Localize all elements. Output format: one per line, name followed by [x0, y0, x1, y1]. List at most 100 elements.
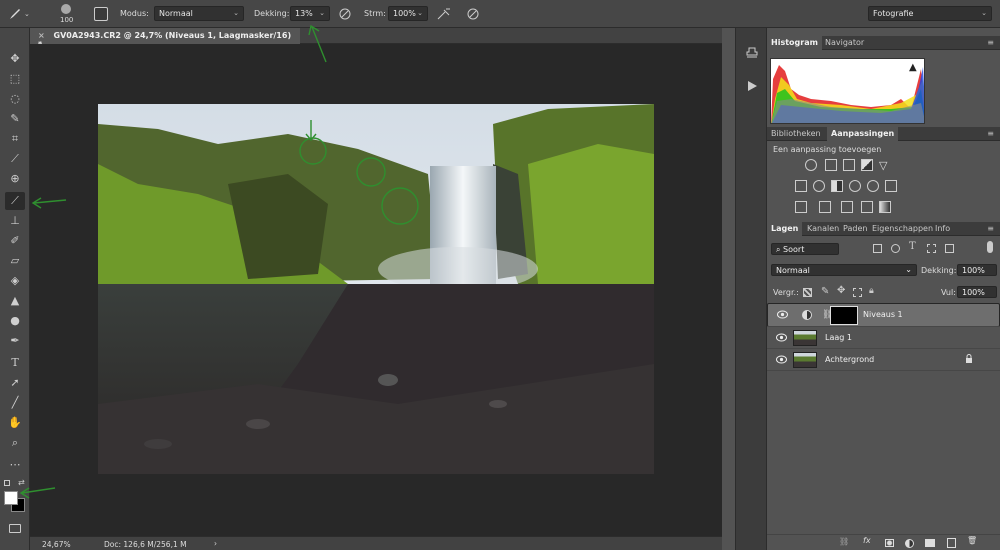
lasso-tool-icon[interactable]: ◌ [5, 90, 25, 108]
tab-navigator[interactable]: Navigator [821, 36, 868, 50]
add-mask-icon[interactable] [885, 539, 894, 547]
lock-icon[interactable] [965, 354, 973, 364]
curves-icon[interactable] [843, 159, 855, 171]
lock-all-icon[interactable]: 🔒︎ [869, 286, 874, 296]
foreground-color-swatch[interactable] [4, 491, 18, 505]
crop-tool-icon[interactable]: ⌗ [5, 130, 25, 148]
eraser-tool-icon[interactable]: ▱ [5, 252, 25, 270]
blend-mode-select[interactable]: Normaal ⌄ [771, 264, 917, 276]
brush-panel-icon[interactable] [94, 7, 108, 21]
eye-icon[interactable] [776, 355, 787, 364]
posterize-icon[interactable] [819, 201, 831, 213]
channel-mixer-icon[interactable] [867, 180, 879, 192]
close-icon[interactable]: × [38, 31, 45, 40]
filter-shape-icon[interactable] [927, 244, 936, 253]
document-tab[interactable]: × GV0A2943.CR2 @ 24,7% (Niveaus 1, Laagm… [30, 28, 300, 49]
layer-filter-select[interactable]: ⌕ Soort [771, 243, 839, 255]
brush-tool-icon[interactable] [8, 7, 22, 23]
lock-artboard-icon[interactable] [853, 288, 862, 297]
levels-icon[interactable] [825, 159, 837, 171]
healing-tool-icon[interactable]: ⊕ [5, 170, 25, 188]
swap-colors-icon[interactable]: ⇄ [18, 478, 25, 487]
layer-row[interactable]: Laag 1 [767, 327, 1000, 349]
hand-tool-icon[interactable]: ✋ [5, 414, 25, 432]
quick-mask-icon[interactable] [9, 524, 21, 533]
pressure-opacity-icon[interactable] [338, 7, 352, 23]
marquee-tool-icon[interactable]: ⬚ [5, 70, 25, 88]
brush-tool-icon[interactable]: ⟋ [5, 192, 25, 210]
pressure-size-icon[interactable] [466, 7, 480, 23]
layer-name[interactable]: Laag 1 [825, 333, 852, 342]
default-colors-icon[interactable] [4, 480, 10, 486]
layer-thumbnail[interactable] [793, 330, 817, 346]
mode-select[interactable]: Normaal ⌄ [154, 6, 244, 21]
filter-adjustment-icon[interactable] [891, 244, 900, 253]
link-layers-icon[interactable]: ⛓ [839, 537, 849, 546]
tab-channels[interactable]: Kanalen [803, 222, 843, 236]
chevron-down-icon[interactable]: ⌄ [24, 10, 30, 18]
quick-select-tool-icon[interactable]: ✎ [5, 110, 25, 128]
layer-opacity-field[interactable]: 100% [957, 264, 997, 276]
new-layer-icon[interactable] [947, 538, 956, 548]
tab-adjustments[interactable]: Aanpassingen [827, 127, 899, 141]
layer-style-icon[interactable]: fx [863, 536, 871, 545]
brush-preset-icon[interactable] [58, 3, 74, 15]
filter-type-icon[interactable]: T [909, 241, 916, 252]
blur-tool-icon[interactable]: ▲ [5, 292, 25, 310]
black-white-icon[interactable] [831, 180, 843, 192]
brightness-icon[interactable] [805, 159, 817, 171]
zoom-tool-icon[interactable]: ⌕ [5, 434, 25, 452]
lock-image-icon[interactable]: ✎ [821, 286, 829, 297]
tab-properties[interactable]: Eigenschappen [868, 222, 937, 236]
threshold-icon[interactable] [841, 201, 853, 213]
color-balance-icon[interactable] [813, 180, 825, 192]
eye-icon[interactable] [777, 310, 788, 319]
line-tool-icon[interactable]: ╱ [5, 394, 25, 412]
tab-histogram[interactable]: Histogram [767, 36, 822, 50]
hue-saturation-icon[interactable] [795, 180, 807, 192]
layer-thumbnail[interactable] [793, 352, 817, 368]
filter-smart-object-icon[interactable] [945, 244, 954, 253]
more-tools-icon[interactable]: ⋯ [5, 456, 25, 474]
stamp-tool-icon[interactable]: ⊥ [5, 212, 25, 230]
opacity-field[interactable]: 13% ⌄ [290, 6, 330, 21]
lock-transparent-icon[interactable] [803, 288, 812, 297]
layer-name[interactable]: Niveaus 1 [863, 310, 903, 319]
zoom-level[interactable]: 24,67% [42, 540, 71, 549]
delete-layer-icon[interactable]: 🗑︎ [967, 536, 977, 545]
stamp-panel-icon[interactable] [745, 46, 759, 60]
vibrance-icon[interactable]: ▽ [879, 159, 887, 172]
bucket-tool-icon[interactable]: ◈ [5, 272, 25, 290]
fill-field[interactable]: 100% [957, 286, 997, 298]
play-actions-icon[interactable] [746, 80, 758, 94]
canvas-area[interactable] [30, 44, 722, 536]
layer-row[interactable]: ⛓ Niveaus 1 [767, 303, 1000, 327]
flow-field[interactable]: 100% ⌄ [388, 6, 428, 21]
tab-paths[interactable]: Paden [839, 222, 871, 236]
tab-info[interactable]: Info [931, 222, 954, 236]
invert-icon[interactable] [795, 201, 807, 213]
layer-name[interactable]: Achtergrond [825, 355, 874, 364]
new-group-icon[interactable] [925, 539, 935, 547]
move-tool-icon[interactable]: ✥ [5, 50, 25, 68]
path-select-tool-icon[interactable]: ➚ [5, 374, 25, 392]
layer-mask-thumbnail[interactable] [830, 306, 858, 325]
history-brush-tool-icon[interactable]: ✐ [5, 232, 25, 250]
panel-menu-icon[interactable]: ≡ [987, 129, 994, 138]
dodge-tool-icon[interactable]: ● [5, 312, 25, 330]
lock-position-icon[interactable]: ✥ [837, 285, 845, 296]
eyedropper-tool-icon[interactable]: ⟋ [5, 150, 25, 168]
eye-icon[interactable] [776, 333, 787, 342]
type-tool-icon[interactable]: T [5, 354, 25, 372]
pen-tool-icon[interactable]: ✒ [5, 332, 25, 350]
tab-libraries[interactable]: Bibliotheken [767, 127, 825, 141]
selective-color-icon[interactable] [861, 201, 873, 213]
gradient-map-icon[interactable] [879, 201, 891, 213]
warning-icon[interactable]: ▲ [909, 62, 917, 73]
photo-filter-icon[interactable] [849, 180, 861, 192]
airbrush-icon[interactable] [436, 7, 452, 23]
filter-pixel-icon[interactable] [873, 244, 882, 253]
workspace-select[interactable]: Fotografie ⌄ [868, 6, 992, 21]
panel-menu-icon[interactable]: ≡ [987, 38, 994, 47]
tab-layers[interactable]: Lagen [767, 222, 803, 236]
